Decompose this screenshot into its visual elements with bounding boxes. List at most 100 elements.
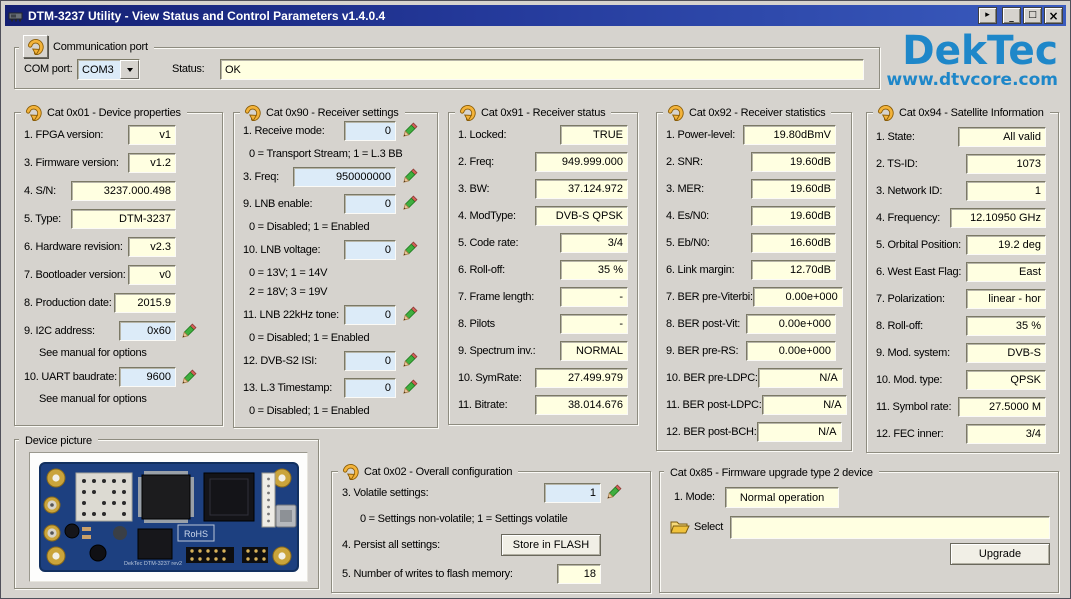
field-value: 18 — [557, 564, 601, 584]
field-label: 12. DVB-S2 ISI: — [243, 355, 317, 367]
edit-pencil-icon[interactable] — [400, 121, 419, 140]
field-note: 0 = Disabled; 1 = Enabled — [234, 401, 437, 420]
field-value: 35 % — [560, 260, 628, 280]
field-row: 5. Number of writes to flash memory: 18 — [332, 559, 650, 588]
field-row: 8. Roll-off:35 % — [867, 312, 1058, 339]
edit-pencil-icon[interactable] — [179, 322, 198, 341]
field-value: DVB-S — [966, 343, 1046, 363]
field-value: 27.499.979 — [535, 368, 628, 388]
field-value[interactable]: 0 — [344, 240, 396, 260]
field-value: DTM-3237 — [71, 209, 176, 229]
field-value: 19.60dB — [751, 179, 836, 199]
field-value: v2.3 — [128, 237, 176, 257]
field-row: 3. Network ID:1 — [867, 177, 1058, 204]
field-value: QPSK — [966, 370, 1046, 390]
field-value: N/A — [758, 368, 843, 388]
edit-pencil-icon[interactable] — [604, 483, 623, 502]
upgrade-button[interactable]: Upgrade — [950, 543, 1050, 565]
group-cat90: Cat 0x90 - Receiver settings 1. Receive … — [233, 112, 438, 428]
field-row: 5. Eb/N0:16.60dB — [657, 229, 851, 256]
group-title: Communication port — [51, 41, 150, 53]
field-value: 12.70dB — [751, 260, 836, 280]
field-label: 6. Hardware revision: — [24, 241, 123, 253]
field-label: 11. Bitrate: — [458, 399, 507, 411]
field-value[interactable]: 9600 — [119, 367, 176, 387]
com-port-value: COM3 — [78, 60, 120, 79]
group-communication-port: Communication port COM port: COM3 Status… — [14, 47, 880, 89]
field-row: 1. Power-level:19.80dBmV — [657, 121, 851, 148]
field-row: 12. DVB-S2 ISI: 0 — [234, 347, 437, 374]
device-picture: RoHS DekTec DTM-3237 rev2 — [29, 452, 308, 582]
edit-pencil-icon[interactable] — [400, 194, 419, 213]
com-port-dropdown[interactable]: COM3 — [77, 59, 140, 80]
field-value: 0.00e+000 — [753, 287, 843, 307]
field-row: 4. Es/N0:19.60dB — [657, 202, 851, 229]
field-value[interactable]: 0 — [344, 305, 396, 325]
minimize-button[interactable]: _ — [1002, 7, 1021, 24]
field-label: 10. Mod. type: — [876, 374, 942, 386]
mode-field: Normal operation — [725, 487, 839, 508]
field-row: 7. BER pre-Viterbi:0.00e+000 — [657, 283, 851, 310]
field-row: 10. BER pre-LDPC:N/A — [657, 364, 851, 391]
edit-pencil-icon[interactable] — [400, 240, 419, 259]
edit-pencil-icon[interactable] — [400, 378, 419, 397]
field-value: N/A — [757, 422, 842, 442]
edit-pencil-icon[interactable] — [179, 368, 198, 387]
field-row: 10. LNB voltage:0 — [234, 236, 437, 263]
field-value: v0 — [128, 265, 176, 285]
field-row: 5. Orbital Position:19.2 deg — [867, 231, 1058, 258]
field-row: 12. BER post-BCH:N/A — [657, 418, 851, 445]
field-value[interactable]: 0 — [344, 351, 396, 371]
field-label: 8. Production date: — [24, 297, 112, 309]
field-value: 3/4 — [966, 424, 1046, 444]
edit-pencil-icon[interactable] — [400, 305, 419, 324]
field-value[interactable]: 0 — [344, 378, 396, 398]
field-label: 8. BER post-Vit: — [666, 318, 740, 330]
field-value: 12.10950 GHz — [950, 208, 1046, 228]
minimize-icon: _ — [1009, 14, 1014, 23]
field-value[interactable]: 950000000 — [293, 167, 396, 187]
field-label: 3. Network ID: — [876, 185, 942, 197]
field-row: 3. Firmware version:v1.2 — [15, 149, 222, 177]
window-menu-button[interactable]: ▸ — [978, 7, 997, 24]
field-row: 5. Type:DTM-3237 — [15, 205, 222, 233]
field-label: 1. State: — [876, 131, 915, 143]
field-label: 4. ModType: — [458, 210, 516, 222]
brand-logo: DekTec www.dtvcore.com — [887, 32, 1058, 90]
field-value: 38.014.676 — [535, 395, 628, 415]
edit-pencil-icon[interactable] — [400, 351, 419, 370]
field-row: 2. TS-ID:1073 — [867, 150, 1058, 177]
close-button[interactable]: × — [1044, 7, 1063, 24]
refresh-button[interactable] — [23, 35, 48, 58]
store-in-flash-button[interactable]: Store in FLASH — [501, 534, 601, 556]
field-value[interactable]: 0 — [344, 121, 396, 141]
field-note: 0 = Disabled; 1 = Enabled — [234, 328, 437, 347]
field-label: 1. Locked: — [458, 129, 506, 141]
field-value: 949.999.000 — [535, 152, 628, 172]
field-row: 2. Freq:949.999.000 — [449, 148, 637, 175]
open-folder-icon[interactable] — [670, 519, 690, 535]
field-label: 11. Symbol rate: — [876, 401, 951, 413]
title-bar[interactable]: DTM-3237 Utility - View Status and Contr… — [5, 5, 1066, 26]
field-row: 11. Bitrate: 38.014.676 — [449, 391, 637, 418]
field-value: 0.00e+000 — [746, 341, 836, 361]
window-title: DTM-3237 Utility - View Status and Contr… — [28, 9, 978, 23]
firmware-file-field[interactable] — [730, 516, 1050, 539]
field-value[interactable]: 0x60 — [119, 321, 176, 341]
field-row: 1. State:All valid — [867, 123, 1058, 150]
field-label: 5. Number of writes to flash memory: — [342, 568, 513, 580]
field-label: 9. LNB enable: — [243, 198, 312, 210]
field-label: 6. Roll-off: — [458, 264, 505, 276]
field-label: 8. Roll-off: — [876, 320, 923, 332]
field-value[interactable]: 1 — [544, 483, 601, 503]
edit-pencil-icon[interactable] — [400, 167, 419, 186]
status-field: OK — [220, 59, 864, 80]
maximize-button[interactable]: □ — [1023, 7, 1042, 24]
field-note: See manual for options — [15, 389, 222, 409]
field-row: 4. ModType:DVB-S QPSK — [449, 202, 637, 229]
field-value[interactable]: 0 — [344, 194, 396, 214]
dropdown-button[interactable] — [120, 60, 139, 79]
field-label: 6. West East Flag: — [876, 266, 961, 278]
group-cat85: Cat 0x85 - Firmware upgrade type 2 devic… — [659, 471, 1059, 593]
field-label: 7. Bootloader version: — [24, 269, 126, 281]
